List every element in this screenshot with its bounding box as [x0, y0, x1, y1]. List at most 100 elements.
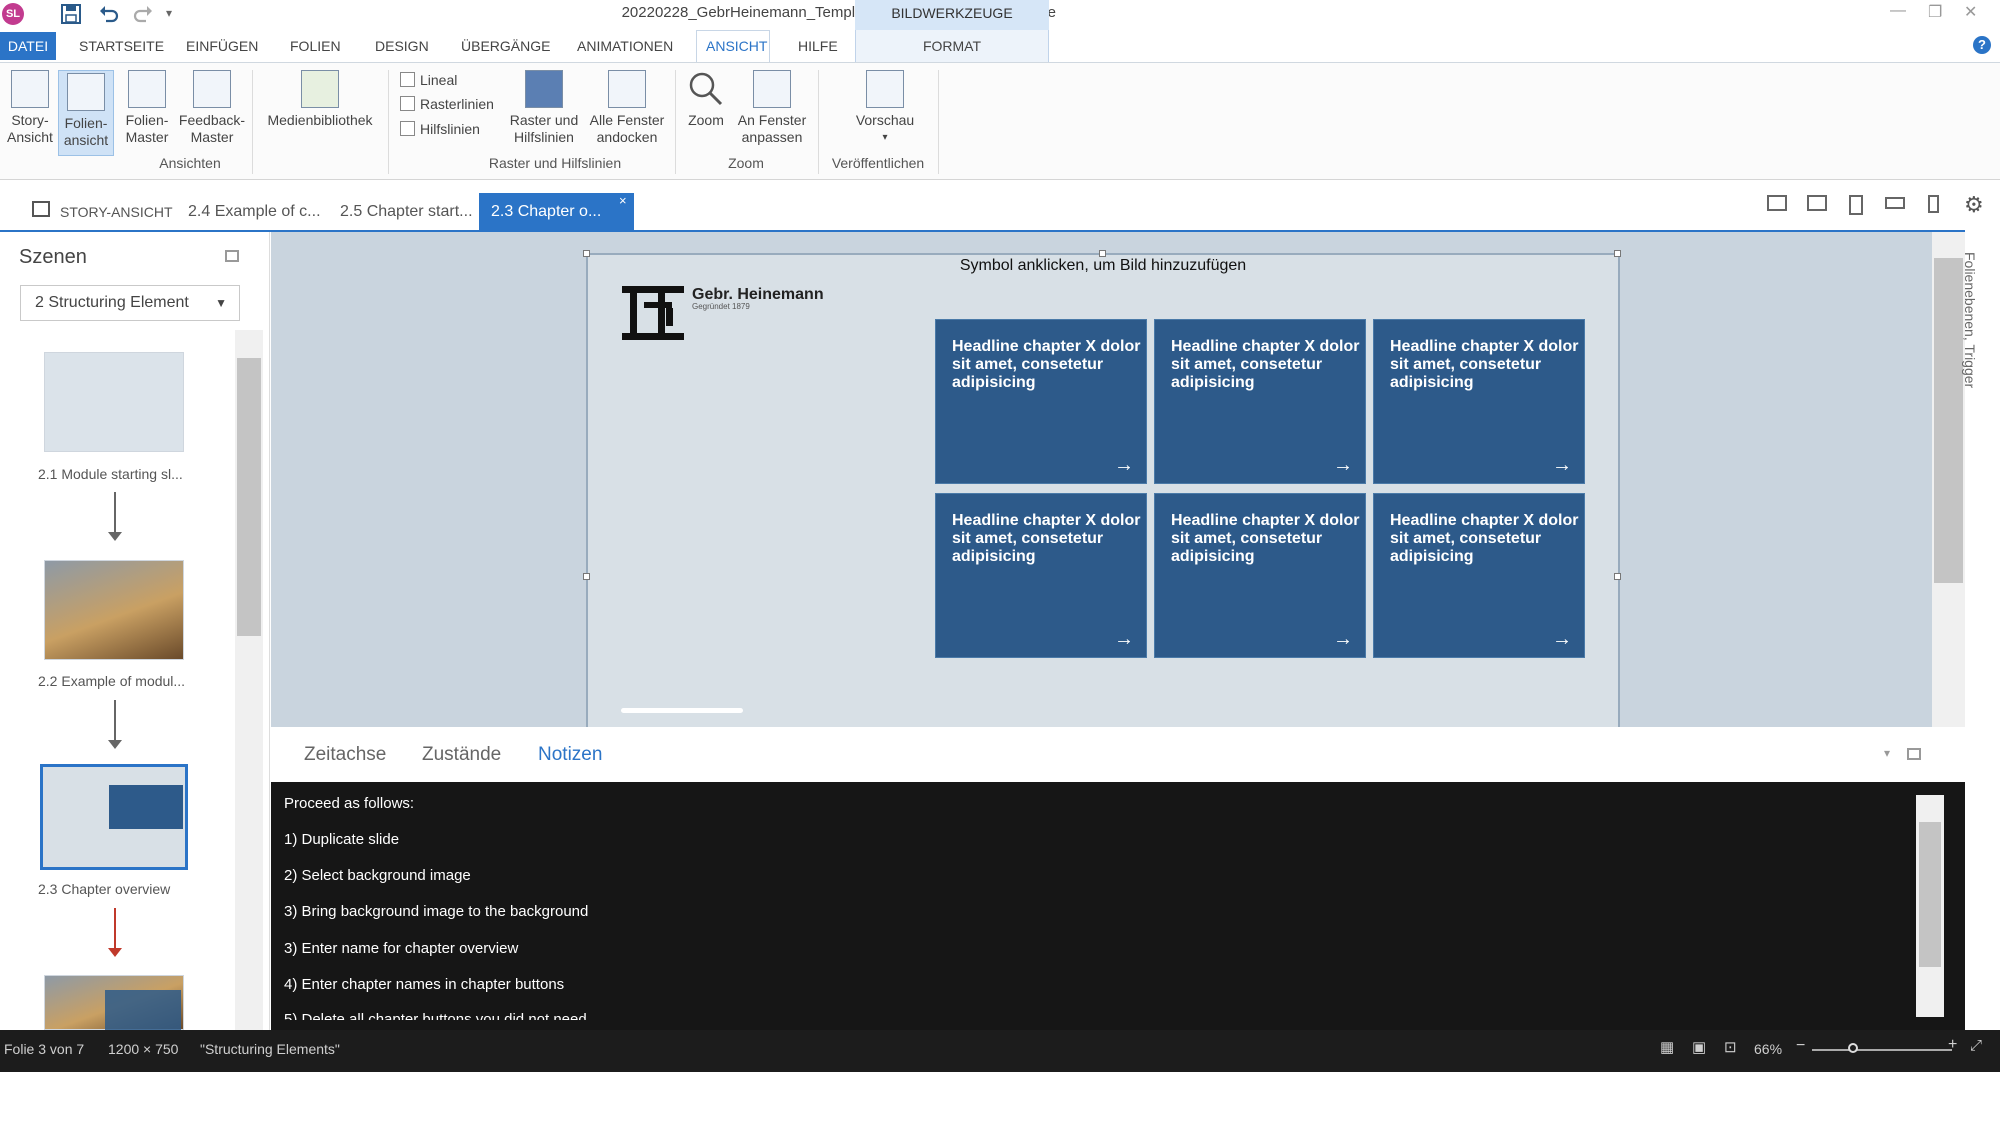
preview-icon: [866, 70, 904, 108]
panel-menu-icon[interactable]: ▾: [1884, 746, 1890, 760]
chapter-button[interactable]: Headline chapter X dolor sit amet, conse…: [1373, 319, 1585, 484]
preview-button[interactable]: Vorschau ▾: [840, 70, 930, 146]
resize-handle[interactable]: [583, 250, 590, 257]
layers-triggers-label[interactable]: Folienebenen, Trigger: [1962, 252, 1978, 388]
grid-guides-button[interactable]: Raster und Hilfslinien: [503, 70, 585, 146]
slide-thumbnail[interactable]: [44, 975, 184, 1030]
flow-arrowhead: [108, 532, 122, 541]
tab-slide-2-3[interactable]: 2.3 Chapter o...: [479, 193, 634, 230]
desktop-device-icon[interactable]: [1767, 195, 1787, 211]
note-line: 2) Select background image: [284, 867, 471, 884]
panel-undock-icon[interactable]: [1907, 748, 1921, 760]
fit-window-button[interactable]: An Fenster anpassen: [732, 70, 812, 146]
zoom-slider[interactable]: [1812, 1049, 1952, 1051]
thumbnail-card-grid: [105, 990, 181, 1030]
resize-handle[interactable]: [1614, 250, 1621, 257]
slide-view-button[interactable]: Folien- ansicht: [58, 70, 114, 156]
chapter-button[interactable]: Headline chapter X dolor sit amet, conse…: [1154, 493, 1366, 658]
tab-hilfe[interactable]: HILFE: [798, 38, 838, 54]
story-view-status-icon[interactable]: ▦: [1660, 1038, 1674, 1056]
chapter-button[interactable]: Headline chapter X dolor sit amet, conse…: [935, 319, 1147, 484]
note-line-clipped: 5) Delete all chapter buttons you did no…: [284, 1011, 587, 1020]
tab-notes[interactable]: Notizen: [538, 744, 602, 766]
fit-slide-icon[interactable]: ⤢: [1970, 1037, 1982, 1054]
scenes-title: Szenen: [19, 246, 87, 268]
slide-master-button[interactable]: Folien- Master: [118, 70, 176, 146]
chapter-button[interactable]: Headline chapter X dolor sit amet, conse…: [1373, 493, 1585, 658]
ruler-checkbox[interactable]: Lineal: [400, 72, 457, 88]
tab-format[interactable]: FORMAT: [855, 30, 1049, 62]
scenes-scrollbar-thumb[interactable]: [237, 358, 261, 636]
zoom-out-icon[interactable]: −: [1796, 1037, 1805, 1055]
panel-collapse-icon[interactable]: [225, 250, 239, 262]
slide-size: 1200 × 750: [108, 1041, 179, 1057]
slide-thumbnail-label: 2.3 Chapter overview: [38, 881, 171, 897]
close-tab-icon[interactable]: ×: [619, 193, 627, 208]
arrow-right-icon: →: [1552, 628, 1572, 650]
ribbon-separator: [675, 70, 676, 174]
group-label-zoom: Zoom: [728, 155, 764, 171]
media-library-button[interactable]: Medienbibliothek: [258, 70, 382, 129]
slide-counter: Folie 3 von 7: [4, 1041, 85, 1057]
arrow-right-icon: →: [1552, 454, 1572, 476]
settings-gear-icon[interactable]: ⚙: [1964, 192, 1984, 218]
help-icon[interactable]: ?: [1973, 36, 1991, 54]
scene-dropdown[interactable]: 2 Structuring Element ▼: [20, 285, 240, 321]
feedback-master-button[interactable]: Feedback- Master: [176, 70, 248, 146]
slide-thumbnail-selected[interactable]: [40, 764, 188, 870]
tab-story-view[interactable]: STORY-ANSICHT: [60, 204, 173, 220]
canvas-scrollbar-thumb[interactable]: [1934, 258, 1963, 583]
restore-icon[interactable]: ❐: [1928, 2, 1942, 22]
logo-subtitle: Gegründet 1879: [692, 302, 750, 311]
story-view-button[interactable]: Story- Ansicht: [4, 70, 56, 146]
slide-view-icon: [67, 73, 105, 111]
dock-all-button[interactable]: Alle Fenster andocken: [585, 70, 669, 146]
zoom-icon: [687, 70, 725, 108]
gridlines-checkbox[interactable]: Rasterlinien: [400, 96, 494, 112]
slide-thumbnail[interactable]: [44, 352, 184, 452]
chapter-button[interactable]: Headline chapter X dolor sit amet, conse…: [1154, 319, 1366, 484]
tab-timeline[interactable]: Zeitachse: [304, 744, 386, 766]
thumbnail-card-grid: [109, 785, 183, 829]
tab-einfuegen[interactable]: EINFÜGEN: [186, 38, 258, 54]
feedback-master-icon: [193, 70, 231, 108]
logo-mark-icon: [620, 286, 686, 340]
image-placeholder-text[interactable]: Symbol anklicken, um Bild hinzuzufügen: [586, 257, 1620, 275]
resize-handle[interactable]: [1099, 250, 1106, 257]
tab-folien[interactable]: FOLIEN: [290, 38, 341, 54]
notes-scrollbar-thumb[interactable]: [1919, 822, 1941, 967]
guides-checkbox[interactable]: Hilfslinien: [400, 121, 480, 137]
minimize-icon[interactable]: —: [1890, 2, 1906, 20]
tablet-landscape-icon[interactable]: [1807, 195, 1827, 211]
tab-states[interactable]: Zustände: [422, 744, 501, 766]
ribbon-separator: [938, 70, 939, 174]
tab-animationen[interactable]: ANIMATIONEN: [577, 38, 673, 54]
zoom-button[interactable]: Zoom: [680, 70, 732, 129]
slide-thumbnail[interactable]: [44, 560, 184, 660]
tab-slide-2-4[interactable]: 2.4 Example of c...: [188, 203, 321, 221]
media-library-icon: [301, 70, 339, 108]
chapter-button[interactable]: Headline chapter X dolor sit amet, conse…: [935, 493, 1147, 658]
tab-datei[interactable]: DATEI: [0, 32, 56, 60]
note-line: 3) Bring background image to the backgro…: [284, 903, 589, 920]
phone-landscape-icon[interactable]: [1885, 197, 1905, 209]
arrow-right-icon: →: [1114, 454, 1134, 476]
preview-status-icon[interactable]: ⊡: [1724, 1038, 1737, 1056]
tab-slide-2-5[interactable]: 2.5 Chapter start...: [340, 203, 473, 221]
resize-handle[interactable]: [1614, 573, 1621, 580]
flow-arrow: [114, 700, 116, 742]
fit-window-icon: [753, 70, 791, 108]
phone-portrait-icon[interactable]: [1928, 195, 1939, 213]
note-line: 4) Enter chapter names in chapter button…: [284, 976, 565, 993]
close-window-icon[interactable]: ✕: [1964, 2, 1977, 22]
tab-startseite[interactable]: STARTSEITE: [79, 38, 164, 54]
tablet-portrait-icon[interactable]: [1849, 195, 1863, 215]
zoom-in-icon[interactable]: +: [1948, 1036, 1957, 1054]
tab-ansicht[interactable]: ANSICHT: [706, 38, 767, 54]
tab-design[interactable]: DESIGN: [375, 38, 429, 54]
tab-uebergaenge[interactable]: ÜBERGÄNGE: [461, 38, 550, 54]
resize-handle[interactable]: [583, 573, 590, 580]
slide-view-status-icon[interactable]: ▣: [1692, 1038, 1706, 1056]
zoom-slider-thumb[interactable]: [1848, 1043, 1858, 1053]
story-view-icon: [11, 70, 49, 108]
